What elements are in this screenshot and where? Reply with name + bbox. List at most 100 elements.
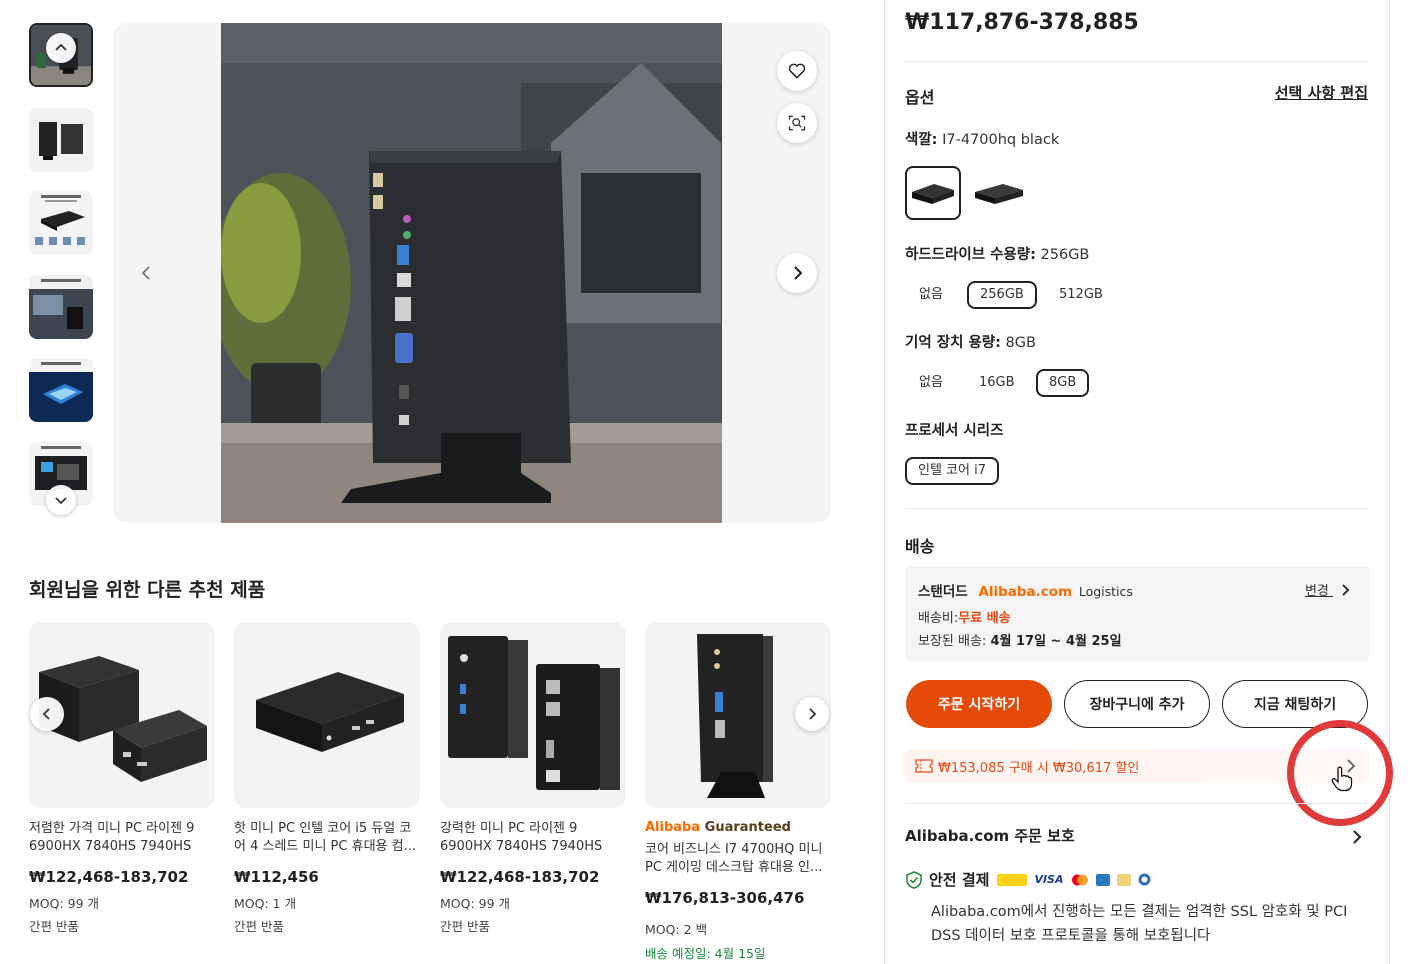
recommendation-image: [234, 622, 420, 808]
hand-cursor-icon: [1331, 766, 1353, 792]
color-label: 색깔: I7-4700hq black: [905, 128, 1059, 149]
recommendations-title: 회원님을 위한 다른 추천 제품: [29, 579, 266, 601]
recommendation-title: 코어 비즈니스 I7 4700HQ 미니 PC 게이밍 데스크탑 휴대용 인..…: [645, 842, 823, 875]
image-prev-button[interactable]: [133, 259, 161, 287]
shipping-guaranteed-label: 보장된 배송:: [918, 634, 987, 649]
color-swatch-2[interactable]: [971, 166, 1027, 220]
recommendation-card-1[interactable]: 저렴한 가격 미니 PC 라이젠 9 6900HX 7840HS 7940HS …: [29, 622, 215, 935]
recommendation-returns: 간편 반품: [29, 919, 79, 934]
shipping-change-link[interactable]: 변경: [1305, 580, 1351, 599]
hdd-label: 하드드라이브 수용량: 256GB: [905, 243, 1089, 264]
recommendation-moq: MOQ: 99 개: [440, 896, 511, 911]
divider: [905, 803, 1369, 804]
color-swatch-1[interactable]: [905, 166, 961, 220]
shipping-provider-suffix: Logistics: [1078, 584, 1133, 599]
chevron-left-icon: [141, 266, 150, 280]
shipping-method-name: 스탠더드: [918, 584, 968, 600]
image-next-button[interactable]: [777, 253, 817, 293]
safe-payment-description: Alibaba.com에서 진행하는 모든 결제는 엄격한 SSL 암호화 및 …: [931, 904, 1348, 944]
amex-icon: [1096, 873, 1111, 886]
recommendation-price: ₩122,468-183,702: [29, 868, 189, 886]
panel-divider-right: [1389, 0, 1390, 964]
hdd-label-key: 하드드라이브 수용량:: [905, 247, 1036, 263]
thumbnail-4[interactable]: [29, 275, 93, 339]
color-label-key: 색깔:: [905, 132, 938, 148]
thumbnail-image: [29, 358, 93, 422]
product-photo: [221, 23, 722, 523]
thumbnail-image: [29, 191, 93, 255]
cpu-label-key: 프로세서 시리즈: [905, 423, 1004, 439]
memory-label-key: 기억 장치 용량:: [905, 335, 1001, 351]
memory-option-8gb[interactable]: 8GB: [1036, 369, 1090, 397]
shipping-method: 스탠더드 Alibaba.com Logistics: [918, 580, 1133, 600]
safe-payment-title: 안전 결제: [929, 871, 990, 889]
shield-check-icon: [906, 870, 922, 889]
shipping-guaranteed: 보장된 배송: 4월 17일 ~ 4월 25일: [918, 630, 1122, 649]
jcb-icon: [1117, 873, 1132, 886]
hdd-option-512gb[interactable]: 512GB: [1047, 281, 1115, 309]
heart-icon: [788, 63, 806, 79]
shipping-title: 배송: [905, 537, 935, 556]
image-search-button[interactable]: [777, 103, 817, 143]
recommendation-moq: MOQ: 2 백: [645, 922, 708, 937]
recommendation-image: [440, 622, 626, 808]
coupon-icon: [915, 759, 933, 773]
recommendation-moq: MOQ: 1 개: [234, 896, 297, 911]
chevron-left-icon: [42, 708, 50, 720]
shipping-provider-brand: Alibaba.com: [978, 584, 1073, 600]
recommendation-moq: MOQ: 99 개: [29, 896, 100, 911]
badge-guaranteed: Guaranteed: [704, 820, 791, 835]
recommendation-title: 핫 미니 PC 인텔 코어 i5 듀얼 코어 4 스레드 미니 PC 휴대용 컴…: [234, 821, 416, 854]
thumbnail-scroll-down-button[interactable]: [46, 485, 76, 515]
panel-divider-left: [884, 0, 885, 964]
visa-icon: VISA: [1034, 873, 1064, 886]
thumbnail-3[interactable]: [29, 191, 93, 255]
main-product-image[interactable]: [113, 23, 831, 523]
recommendations-prev-button[interactable]: [30, 697, 64, 731]
recommendation-card-4[interactable]: Alibaba Guaranteed 코어 비즈니스 I7 4700HQ 미니 …: [645, 622, 831, 962]
edit-selection-link[interactable]: 선택 사항 편집: [1275, 82, 1368, 103]
hdd-value: 256GB: [1040, 247, 1090, 263]
add-to-cart-button[interactable]: 장바구니에 추가: [1064, 680, 1210, 728]
memory-label: 기억 장치 용량: 8GB: [905, 331, 1036, 352]
order-protection-title[interactable]: Alibaba.com 주문 보호: [905, 825, 1075, 846]
recommendation-card-3[interactable]: 강력한 미니 PC 라이젠 9 6900HX 7840HS 7940HS 2..…: [440, 622, 626, 935]
safe-payment-row: 안전 결제 VISA: [905, 869, 1151, 890]
color-swatch-image: [975, 184, 1023, 204]
chevron-up-icon: [55, 43, 67, 51]
recommendation-card-2[interactable]: 핫 미니 PC 인텔 코어 i5 듀얼 코어 4 스레드 미니 PC 휴대용 컴…: [234, 622, 420, 935]
memory-option-none[interactable]: 없음: [907, 369, 955, 397]
thumbnail-image: [29, 275, 93, 339]
mastercard-icon: [1072, 874, 1089, 885]
thumbnail-2[interactable]: [29, 108, 93, 172]
shipping-fee: 배송비:무료 배송: [918, 607, 1011, 626]
thumbnail-image: [29, 108, 93, 172]
recommendations-next-button[interactable]: [795, 697, 829, 731]
color-value: I7-4700hq black: [942, 132, 1060, 148]
color-swatch-image: [912, 184, 954, 204]
favorite-button[interactable]: [777, 51, 817, 91]
shipping-box: 스탠더드 Alibaba.com Logistics 변경 배송비:무료 배송 …: [905, 566, 1369, 661]
shipping-fee-label: 배송비:: [918, 611, 959, 626]
start-order-button[interactable]: 주문 시작하기: [906, 680, 1052, 728]
diners-club-icon: [1138, 873, 1151, 886]
shipping-fee-value: 무료 배송: [958, 611, 1011, 626]
chevron-right-icon: [794, 266, 803, 280]
hdd-option-none[interactable]: 없음: [907, 281, 955, 309]
memory-value: 8GB: [1005, 335, 1036, 351]
recommendation-title: 저렴한 가격 미니 PC 라이젠 9 6900HX 7840HS 7940HS …: [29, 821, 195, 854]
shipping-change-label: 변경: [1304, 584, 1329, 599]
chevron-right-icon: [1342, 584, 1350, 596]
coupon-text: ₩153,085 구매 시 ₩30,617 할인: [938, 761, 1140, 776]
thumbnail-scroll-up-button[interactable]: [46, 33, 76, 63]
alibaba-guaranteed-badge: Alibaba Guaranteed: [645, 820, 831, 835]
memory-option-16gb[interactable]: 16GB: [967, 369, 1027, 397]
recommendation-price: ₩112,456: [234, 868, 319, 886]
thumbnail-5[interactable]: [29, 358, 93, 422]
chevron-right-icon: [809, 708, 817, 720]
cpu-option-i7[interactable]: 인텔 코어 i7: [905, 457, 999, 485]
hdd-option-256gb[interactable]: 256GB: [967, 281, 1037, 309]
recommendation-title: 강력한 미니 PC 라이젠 9 6900HX 7840HS 7940HS 2..…: [440, 821, 603, 854]
recommendation-returns: 간편 반품: [440, 919, 490, 934]
chevron-right-icon[interactable]: [1350, 829, 1364, 845]
